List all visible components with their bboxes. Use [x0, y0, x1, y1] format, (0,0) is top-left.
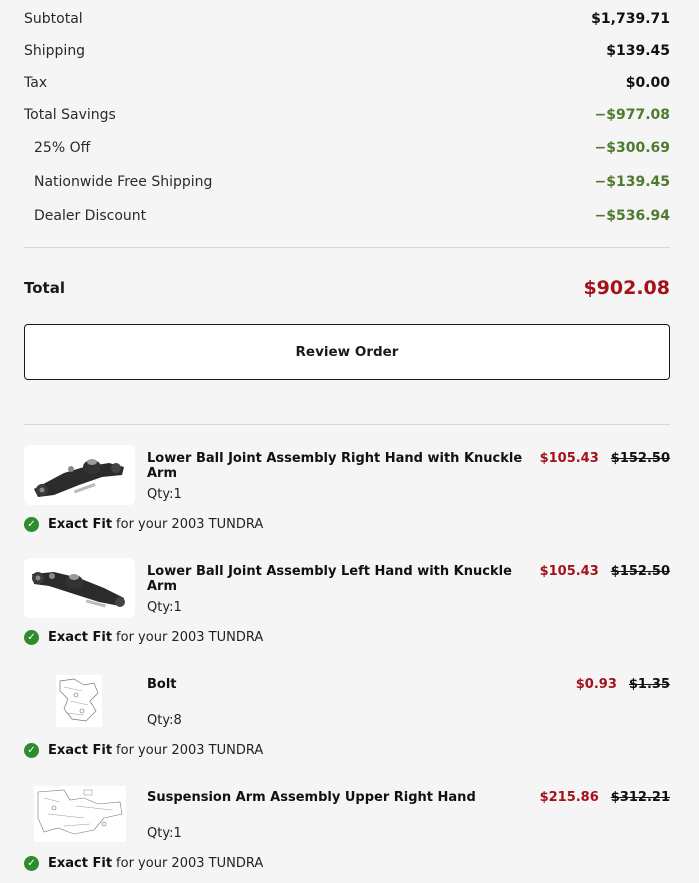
exact-fit-badge: ✓ Exact Fit for your 2003 TUNDRA	[24, 517, 263, 532]
exact-fit-badge: ✓ Exact Fit for your 2003 TUNDRA	[24, 743, 263, 758]
item-sale-price: $105.43	[539, 451, 599, 466]
check-circle-icon: ✓	[24, 743, 39, 758]
shipping-row: Shipping $139.45	[24, 35, 670, 67]
check-circle-icon: ✓	[24, 630, 39, 645]
item-quantity: Qty:8	[147, 713, 182, 728]
exact-fit-label: Exact Fit	[48, 743, 113, 758]
exact-fit-text: for your 2003 TUNDRA	[116, 630, 264, 645]
discount-row: Nationwide Free Shipping −$139.45	[24, 165, 670, 199]
item-price: $0.93 $1.35	[576, 677, 670, 692]
total-value: $902.08	[583, 277, 670, 299]
exact-fit-label: Exact Fit	[48, 856, 113, 871]
exact-fit-label: Exact Fit	[48, 517, 113, 532]
ball-joint-left-image[interactable]	[24, 558, 135, 618]
item-sale-price: $0.93	[575, 677, 617, 692]
parts-diagram-image[interactable]	[24, 671, 135, 731]
discount-row: Dealer Discount −$536.94	[24, 199, 670, 233]
ball-joint-right-image[interactable]	[24, 445, 135, 505]
exact-fit-text: for your 2003 TUNDRA	[116, 856, 264, 871]
item-quantity: Qty:1	[147, 826, 182, 841]
item-original-price: $152.50	[610, 564, 670, 579]
cart-item: Bolt $0.93 $1.35 Qty:8 ✓ Exact Fit for y…	[24, 671, 670, 784]
subtotal-label: Subtotal	[24, 11, 83, 27]
exact-fit-badge: ✓ Exact Fit for your 2003 TUNDRA	[24, 856, 263, 871]
discount-value: −$536.94	[594, 208, 671, 224]
tax-label: Tax	[24, 75, 48, 91]
item-price: $215.86 $312.21	[540, 790, 670, 805]
discount-row: 25% Off −$300.69	[24, 131, 670, 165]
exact-fit-text: for your 2003 TUNDRA	[116, 517, 264, 532]
item-name[interactable]: Lower Ball Joint Assembly Right Hand wit…	[147, 451, 537, 481]
items-divider	[24, 424, 670, 425]
discount-label: Nationwide Free Shipping	[34, 174, 213, 190]
exact-fit-label: Exact Fit	[48, 630, 113, 645]
tax-row: Tax $0.00	[24, 67, 670, 99]
item-price: $105.43 $152.50	[540, 564, 670, 579]
review-order-button[interactable]: Review Order	[24, 324, 670, 380]
exact-fit-text: for your 2003 TUNDRA	[116, 743, 264, 758]
total-savings-value: −$977.08	[594, 107, 671, 123]
item-name[interactable]: Bolt	[147, 677, 537, 692]
subtotal-value: $1,739.71	[591, 11, 670, 27]
item-quantity: Qty:1	[147, 600, 182, 615]
total-label: Total	[24, 279, 65, 297]
discount-value: −$139.45	[594, 174, 671, 190]
discount-label: 25% Off	[34, 140, 91, 156]
item-original-price: $312.21	[610, 790, 670, 805]
item-name[interactable]: Lower Ball Joint Assembly Left Hand with…	[147, 564, 537, 594]
summary-divider	[24, 247, 670, 248]
item-original-price: $152.50	[610, 451, 670, 466]
item-name[interactable]: Suspension Arm Assembly Upper Right Hand	[147, 790, 537, 805]
shipping-value: $139.45	[606, 43, 670, 59]
shipping-label: Shipping	[24, 43, 86, 59]
total-row: Total $902.08	[24, 276, 670, 300]
item-quantity: Qty:1	[147, 487, 182, 502]
exact-fit-badge: ✓ Exact Fit for your 2003 TUNDRA	[24, 630, 263, 645]
total-savings-label: Total Savings	[24, 107, 116, 123]
item-original-price: $1.35	[628, 677, 670, 692]
check-circle-icon: ✓	[24, 517, 39, 532]
cart-item: Lower Ball Joint Assembly Left Hand with…	[24, 558, 670, 671]
discount-label: Dealer Discount	[34, 208, 147, 224]
discount-value: −$300.69	[594, 140, 671, 156]
item-sale-price: $105.43	[539, 564, 599, 579]
item-price: $105.43 $152.50	[540, 451, 670, 466]
check-circle-icon: ✓	[24, 856, 39, 871]
parts-diagram-image[interactable]	[24, 784, 135, 844]
item-sale-price: $215.86	[539, 790, 599, 805]
cart-item: Suspension Arm Assembly Upper Right Hand…	[24, 784, 670, 883]
subtotal-row: Subtotal $1,739.71	[24, 3, 670, 35]
order-summary-panel: Subtotal $1,739.71 Shipping $139.45 Tax …	[0, 3, 699, 883]
cart-item: Lower Ball Joint Assembly Right Hand wit…	[24, 445, 670, 558]
total-savings-row: Total Savings −$977.08	[24, 99, 670, 131]
cart-items-list: Lower Ball Joint Assembly Right Hand wit…	[24, 445, 670, 883]
tax-value: $0.00	[625, 75, 670, 91]
